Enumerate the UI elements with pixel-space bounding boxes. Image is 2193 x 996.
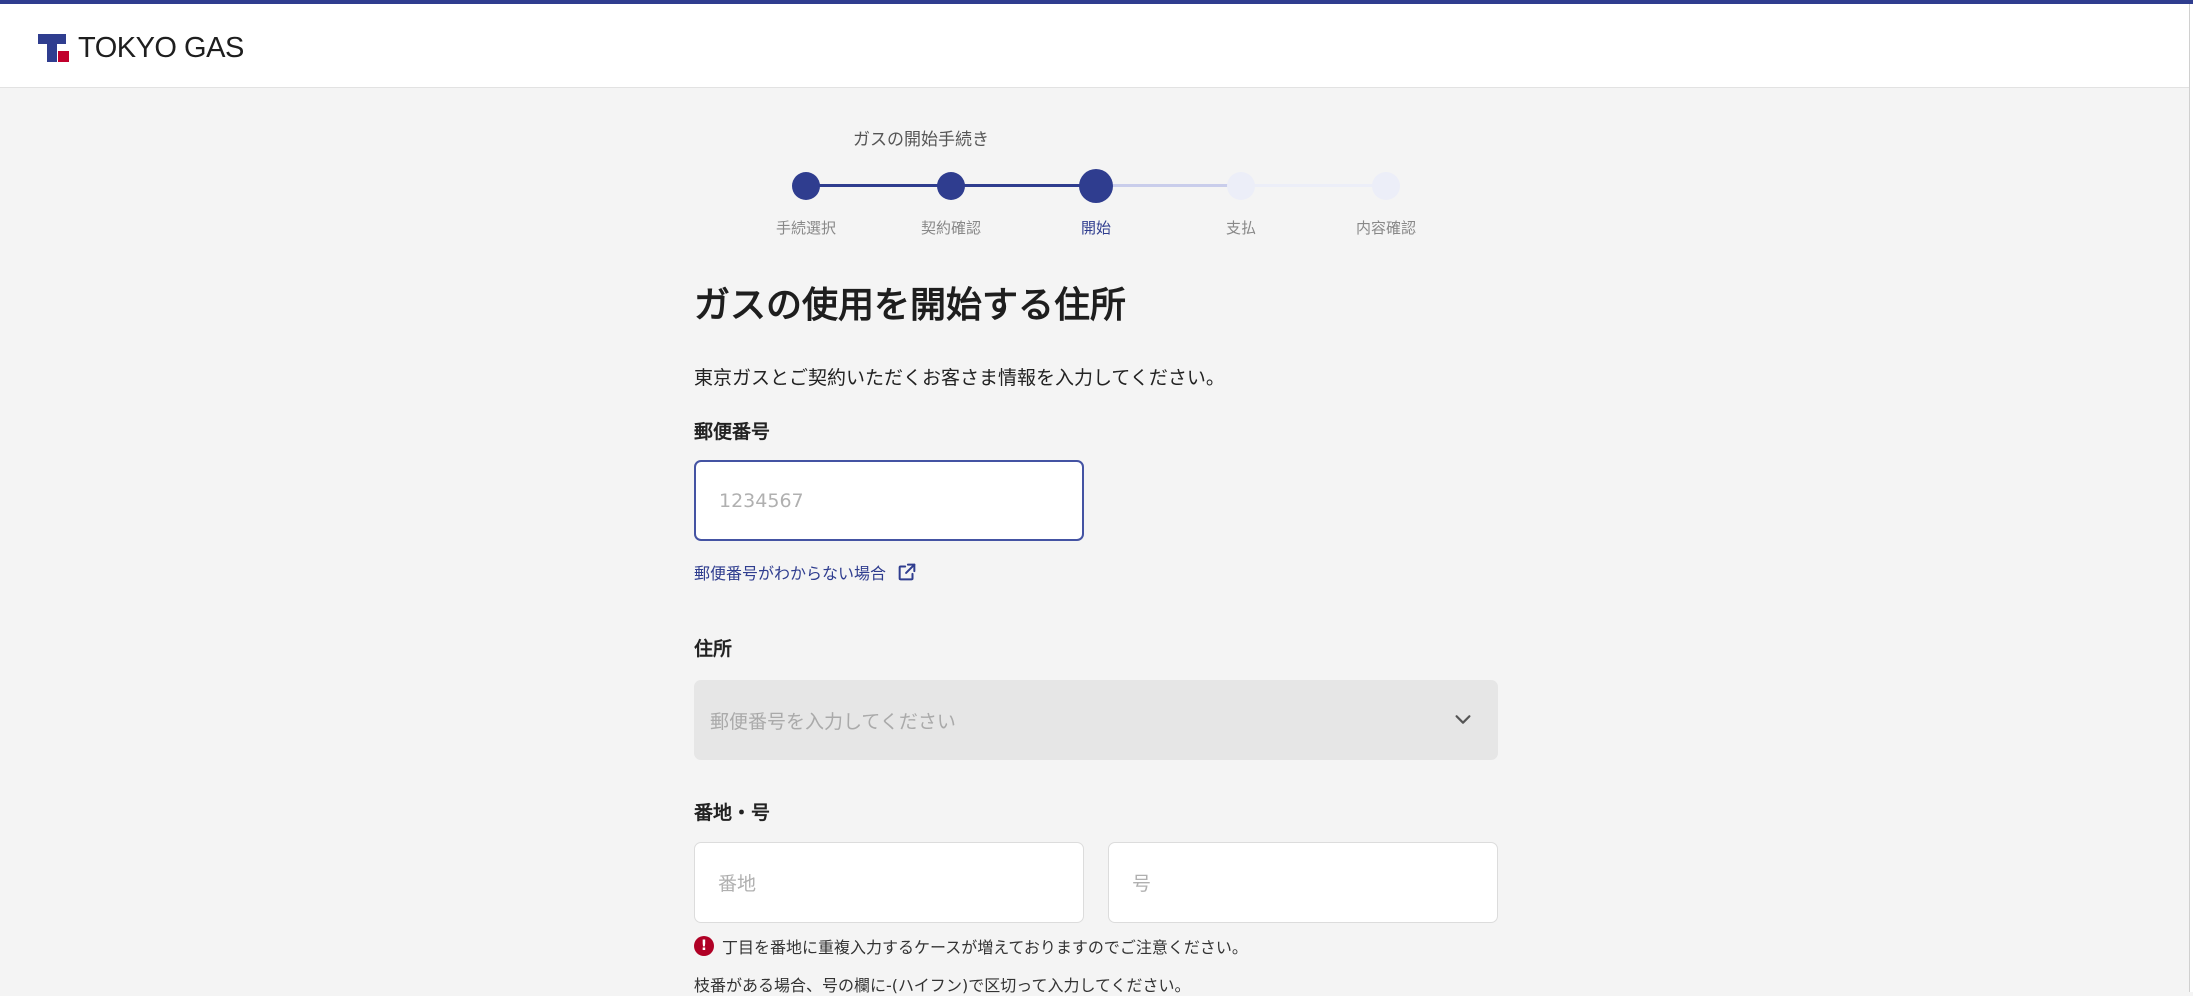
logo-text: TOKYO GAS	[78, 31, 244, 64]
page-title: ガスの使用を開始する住所	[694, 285, 1127, 326]
stepper-title: ガスの開始手続き	[853, 130, 989, 150]
banchi-placeholder: 番地	[718, 873, 757, 895]
step-dot-4	[1227, 172, 1255, 200]
postal-code-placeholder: 1234567	[719, 489, 804, 512]
intro-text: 東京ガスとご契約いただくお客さま情報を入力してください。	[694, 367, 1225, 389]
step-dot-3-current	[1079, 169, 1113, 203]
step-dot-5	[1372, 172, 1400, 200]
go-input[interactable]: 号	[1108, 842, 1498, 923]
address-select[interactable]: 郵便番号を入力してください	[694, 680, 1498, 760]
notice-text: 丁目を番地に重複入力するケースが増えておりますのでご注意ください。	[722, 938, 1248, 957]
scrollbar-track[interactable]	[2189, 4, 2193, 992]
step-connector-3	[1096, 184, 1241, 187]
block-number-label: 番地・号	[694, 802, 771, 824]
step-connector-1	[806, 184, 951, 187]
address-select-placeholder: 郵便番号を入力してください	[710, 710, 956, 733]
step-label-3: 開始	[1080, 219, 1111, 237]
address-label: 住所	[694, 638, 733, 660]
postal-code-label: 郵便番号	[694, 421, 771, 443]
step-connector-2	[951, 184, 1096, 187]
step-label-2: 契約確認	[920, 219, 981, 237]
step-label-5: 内容確認	[1355, 219, 1416, 237]
hyphen-notice: 枝番がある場合、号の欄に-(ハイフン)で区切って入力してください。	[694, 976, 1191, 995]
go-placeholder: 号	[1132, 873, 1152, 895]
logo-mark-icon	[38, 31, 72, 65]
postal-help-link-label: 郵便番号がわからない場合	[694, 564, 887, 583]
postal-code-input[interactable]: 1234567	[694, 460, 1084, 541]
warning-icon: !	[694, 936, 714, 956]
postal-help-link[interactable]: 郵便番号がわからない場合	[694, 560, 918, 584]
banchi-input[interactable]: 番地	[694, 842, 1084, 923]
step-label-4: 支払	[1225, 219, 1256, 237]
step-label-1: 手続選択	[775, 219, 836, 237]
step-dot-1	[792, 172, 820, 200]
site-header: TOKYO GAS	[0, 4, 2189, 88]
tokyo-gas-logo[interactable]: TOKYO GAS	[38, 28, 244, 68]
step-connector-4	[1241, 184, 1386, 187]
step-dot-2	[937, 172, 965, 200]
chevron-down-icon	[1455, 715, 1471, 724]
duplicate-entry-notice: ! 丁目を番地に重複入力するケースが増えておりますのでご注意ください。	[694, 934, 1248, 958]
external-link-icon	[898, 563, 916, 581]
